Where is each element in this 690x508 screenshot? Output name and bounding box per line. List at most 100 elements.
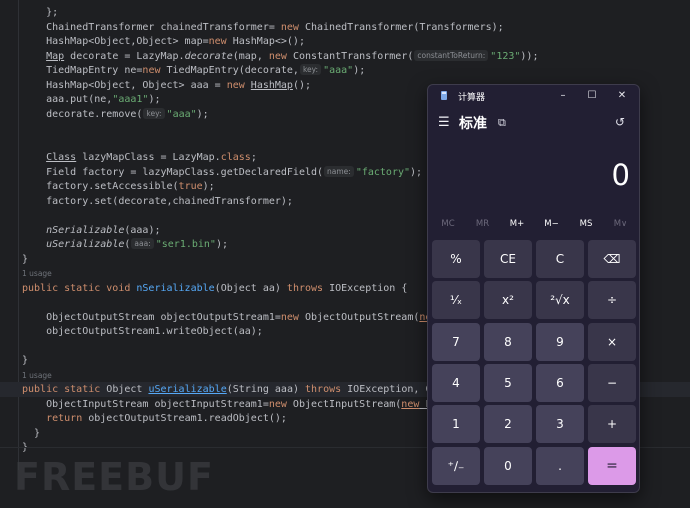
memory-button-m-2[interactable]: M+ bbox=[502, 219, 532, 229]
code-line[interactable]: public static void nSerializable(Object … bbox=[22, 282, 407, 296]
calculator-window[interactable]: 计算器 – ☐ ✕ ☰ 标准 ⧉ ↺ 0 MC MR M+ M− MS M∨ % CE C ⌫ ¹… bbox=[427, 84, 640, 493]
square-button[interactable]: x² bbox=[484, 281, 532, 320]
code-line[interactable]: Class lazyMapClass = LazyMap.class; bbox=[22, 151, 257, 165]
code-token: throws bbox=[305, 384, 342, 395]
code-token: nSerializable bbox=[46, 224, 125, 236]
code-line[interactable]: objectOutputStream1.writeObject(aa); bbox=[22, 325, 263, 339]
code-line[interactable]: } bbox=[22, 427, 40, 441]
code-token: "123" bbox=[490, 50, 521, 62]
digit-1-button[interactable]: 1 bbox=[432, 405, 480, 444]
code-token: decorate.remove( bbox=[22, 108, 143, 120]
code-line[interactable]: Map decorate = LazyMap.decorate(map, new… bbox=[22, 49, 539, 64]
memory-row: MC MR M+ M− MS M∨ bbox=[428, 219, 639, 233]
negate-button[interactable]: ⁺∕₋ bbox=[432, 446, 480, 485]
code-token: new bbox=[208, 36, 227, 47]
add-button[interactable]: + bbox=[588, 405, 636, 444]
code-token: uSerializable bbox=[148, 384, 227, 395]
code-line[interactable]: Field factory = lazyMapClass.getDeclared… bbox=[22, 165, 422, 180]
code-token: aaa.put(ne, bbox=[22, 94, 113, 105]
close-button[interactable]: ✕ bbox=[614, 88, 630, 104]
digit-4-button[interactable]: 4 bbox=[432, 363, 480, 402]
code-line[interactable]: } bbox=[22, 253, 28, 267]
code-token: new bbox=[268, 398, 287, 410]
digit-7-button[interactable]: 7 bbox=[432, 322, 480, 361]
code-line[interactable]: } bbox=[22, 354, 28, 368]
code-line[interactable]: return objectOutputStream1.readObject(); bbox=[22, 412, 287, 426]
code-token: ConstantTransformer( bbox=[286, 50, 414, 62]
calculator-titlebar[interactable]: 计算器 – ☐ ✕ bbox=[428, 85, 639, 107]
code-token: Field factory = lazyMapClass.getDeclared… bbox=[22, 166, 324, 178]
equals-button[interactable]: = bbox=[588, 446, 636, 485]
code-line[interactable]: public static Object uSerializable(Strin… bbox=[22, 383, 486, 397]
divide-button[interactable]: ÷ bbox=[588, 281, 636, 320]
memory-button-ms-4[interactable]: MS bbox=[571, 219, 601, 229]
code-token: TiedMapEntry ne= bbox=[22, 65, 143, 76]
code-token: new bbox=[142, 65, 161, 76]
code-line[interactable]: ObjectOutputStream objectOutputStream1=n… bbox=[22, 311, 486, 325]
code-token: (aaa); bbox=[124, 224, 161, 236]
code-token: new bbox=[226, 79, 245, 91]
percent-button[interactable]: % bbox=[432, 240, 480, 278]
code-token: ); bbox=[353, 65, 366, 76]
code-token: } bbox=[22, 355, 29, 366]
code-token: "ser1.bin" bbox=[155, 239, 216, 250]
code-token: IOException { bbox=[323, 282, 408, 294]
memory-button-m-3[interactable]: M− bbox=[537, 219, 567, 229]
code-token: "aaa" bbox=[323, 65, 354, 76]
code-line[interactable]: } bbox=[22, 441, 28, 455]
usage-hint[interactable]: 1 usage bbox=[22, 269, 52, 278]
digit-9-button[interactable]: 9 bbox=[536, 322, 584, 361]
code-token: )); bbox=[520, 50, 539, 62]
code-token: new bbox=[401, 398, 420, 410]
code-line[interactable]: decorate.remove(key: "aaa"); bbox=[22, 107, 209, 122]
hamburger-menu-icon[interactable]: ☰ bbox=[438, 115, 450, 130]
code-line[interactable]: factory.setAccessible(true); bbox=[22, 180, 215, 194]
digit-0-button[interactable]: 0 bbox=[484, 446, 532, 485]
code-token: uSerializable bbox=[46, 239, 125, 250]
backspace-button[interactable]: ⌫ bbox=[588, 240, 636, 278]
digit-5-button[interactable]: 5 bbox=[484, 363, 532, 402]
code-line[interactable]: }; bbox=[22, 6, 58, 20]
code-token: (Object aa) bbox=[214, 282, 287, 294]
code-line[interactable]: TiedMapEntry ne=new TiedMapEntry(decorat… bbox=[22, 64, 365, 78]
usage-hint[interactable]: 1 usage bbox=[22, 371, 52, 380]
code-line[interactable]: HashMap<Object, Object> aaa = new HashMa… bbox=[22, 79, 311, 93]
minimize-button[interactable]: – bbox=[555, 88, 571, 104]
maximize-button[interactable]: ☐ bbox=[584, 88, 600, 104]
digit-3-button[interactable]: 3 bbox=[536, 405, 584, 444]
code-token: ObjectOutputStream( bbox=[298, 311, 420, 323]
reciprocal-button[interactable]: ¹⁄ₓ bbox=[432, 281, 480, 320]
code-token: "aaa1" bbox=[112, 94, 149, 105]
code-line[interactable]: aaa.put(ne,"aaa1"); bbox=[22, 93, 160, 107]
code-line[interactable]: nSerializable(aaa); bbox=[22, 224, 161, 238]
code-line[interactable]: HashMap<Object,Object> map=new HashMap<>… bbox=[22, 35, 305, 49]
code-token: ObjectInputStream( bbox=[286, 398, 402, 410]
code-line[interactable]: ChainedTransformer chainedTransformer= n… bbox=[22, 21, 504, 35]
subtract-button[interactable]: − bbox=[588, 363, 636, 402]
history-icon[interactable]: ↺ bbox=[615, 115, 625, 129]
code-token: ( bbox=[124, 239, 131, 250]
code-line[interactable]: ObjectInputStream objectInputStream1=new… bbox=[22, 398, 480, 412]
code-line[interactable]: uSerializable(aaa: "ser1.bin"); bbox=[22, 238, 228, 252]
code-token: decorate bbox=[184, 50, 233, 62]
decimal-button[interactable]: . bbox=[536, 446, 584, 485]
keep-on-top-icon[interactable]: ⧉ bbox=[498, 116, 506, 130]
code-token: } bbox=[22, 427, 41, 439]
multiply-button[interactable]: × bbox=[588, 322, 636, 361]
code-line[interactable]: factory.set(decorate,chainedTransformer)… bbox=[22, 195, 293, 209]
square-root-button[interactable]: ²√x bbox=[536, 281, 584, 320]
digit-2-button[interactable]: 2 bbox=[484, 405, 532, 444]
code-token: public static void bbox=[22, 282, 137, 294]
parameter-hint: constantToReturn: bbox=[414, 49, 489, 61]
parameter-hint: key: bbox=[143, 107, 165, 119]
clear-entry-button[interactable]: CE bbox=[484, 240, 532, 278]
digit-6-button[interactable]: 6 bbox=[536, 363, 584, 402]
clear-button[interactable]: C bbox=[536, 240, 584, 278]
digit-8-button[interactable]: 8 bbox=[484, 322, 532, 361]
code-token: } bbox=[22, 253, 29, 265]
code-token: factory.set(decorate,chainedTransformer)… bbox=[22, 195, 293, 207]
memory-button-mr-1: MR bbox=[475, 219, 490, 229]
